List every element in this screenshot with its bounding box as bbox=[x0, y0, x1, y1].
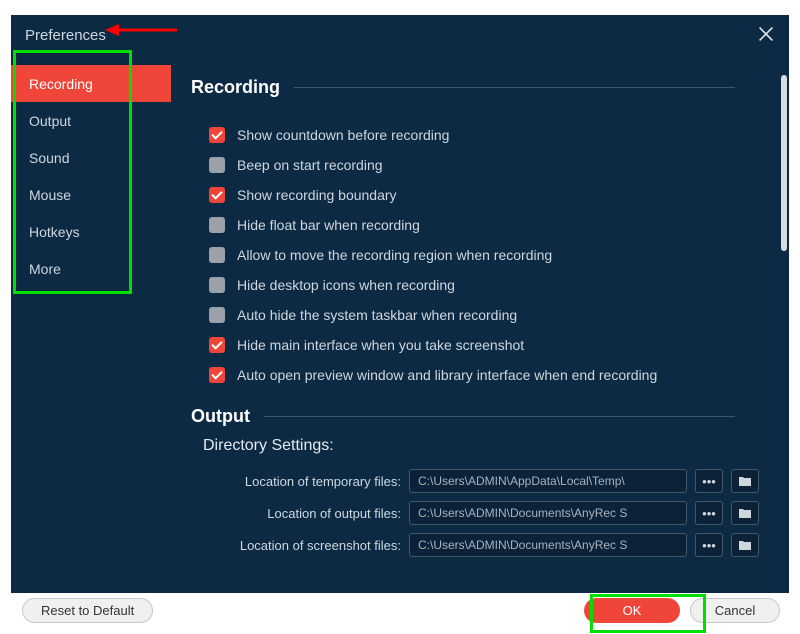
sidebar-item-more[interactable]: More bbox=[11, 250, 171, 287]
ellipsis-icon: ••• bbox=[702, 506, 716, 521]
folder-icon bbox=[738, 507, 752, 519]
dir-value: C:\Users\ADMIN\Documents\AnyRec S bbox=[418, 538, 627, 552]
option-label: Show recording boundary bbox=[237, 187, 397, 203]
scrollbar-thumb[interactable] bbox=[781, 75, 787, 251]
folder-icon bbox=[738, 539, 752, 551]
dir-row-temp: Location of temporary files: C:\Users\AD… bbox=[191, 465, 759, 497]
dir-value: C:\Users\ADMIN\AppData\Local\Temp\ bbox=[418, 474, 625, 488]
open-folder-button[interactable] bbox=[731, 501, 759, 525]
option-show-boundary[interactable]: Show recording boundary bbox=[191, 180, 759, 210]
checkbox-icon[interactable] bbox=[209, 157, 225, 173]
sidebar-item-label: Sound bbox=[29, 150, 69, 166]
sidebar-item-mouse[interactable]: Mouse bbox=[11, 176, 171, 213]
option-allow-move-region[interactable]: Allow to move the recording region when … bbox=[191, 240, 759, 270]
temp-files-path-input[interactable]: C:\Users\ADMIN\AppData\Local\Temp\ bbox=[409, 469, 687, 493]
checkbox-icon[interactable] bbox=[209, 187, 225, 203]
dir-value: C:\Users\ADMIN\Documents\AnyRec S bbox=[418, 506, 627, 520]
option-hide-desktop-icons[interactable]: Hide desktop icons when recording bbox=[191, 270, 759, 300]
option-label: Auto open preview window and library int… bbox=[237, 367, 657, 383]
sidebar: Recording Output Sound Mouse Hotkeys Mor… bbox=[11, 55, 171, 603]
window-body: Recording Output Sound Mouse Hotkeys Mor… bbox=[11, 55, 789, 593]
option-label: Allow to move the recording region when … bbox=[237, 247, 552, 263]
checkbox-icon[interactable] bbox=[209, 307, 225, 323]
section-title: Recording bbox=[191, 77, 280, 98]
checkbox-icon[interactable] bbox=[209, 247, 225, 263]
option-auto-hide-taskbar[interactable]: Auto hide the system taskbar when record… bbox=[191, 300, 759, 330]
section-title: Output bbox=[191, 406, 250, 427]
open-folder-button[interactable] bbox=[731, 469, 759, 493]
sidebar-item-output[interactable]: Output bbox=[11, 102, 171, 139]
screenshot-frame: Preferences Recording Output Sound bbox=[0, 0, 800, 634]
option-hide-main-on-screenshot[interactable]: Hide main interface when you take screen… bbox=[191, 330, 759, 360]
option-label: Hide main interface when you take screen… bbox=[237, 337, 524, 353]
footer: Reset to Default OK Cancel bbox=[10, 598, 790, 628]
checkbox-icon[interactable] bbox=[209, 127, 225, 143]
window-title: Preferences bbox=[25, 27, 106, 44]
close-button[interactable] bbox=[755, 23, 779, 47]
browse-button[interactable]: ••• bbox=[695, 469, 723, 493]
titlebar: Preferences bbox=[11, 15, 789, 55]
dir-row-screenshot: Location of screenshot files: C:\Users\A… bbox=[191, 529, 759, 561]
folder-icon bbox=[738, 475, 752, 487]
dir-label: Location of output files: bbox=[191, 506, 401, 521]
section-header-output: Output bbox=[191, 406, 759, 427]
option-label: Hide float bar when recording bbox=[237, 217, 420, 233]
section-divider bbox=[294, 87, 735, 88]
sidebar-item-label: More bbox=[29, 261, 61, 277]
button-label: OK bbox=[623, 603, 642, 618]
checkbox-icon[interactable] bbox=[209, 367, 225, 383]
ok-button[interactable]: OK bbox=[584, 598, 680, 623]
sidebar-item-label: Recording bbox=[29, 76, 93, 92]
sidebar-item-recording[interactable]: Recording bbox=[11, 65, 171, 102]
dir-row-output: Location of output files: C:\Users\ADMIN… bbox=[191, 497, 759, 529]
reset-button[interactable]: Reset to Default bbox=[22, 598, 153, 623]
checkbox-icon[interactable] bbox=[209, 337, 225, 353]
close-icon bbox=[755, 23, 777, 45]
option-show-countdown[interactable]: Show countdown before recording bbox=[191, 120, 759, 150]
checkbox-icon[interactable] bbox=[209, 217, 225, 233]
option-beep-start[interactable]: Beep on start recording bbox=[191, 150, 759, 180]
scroll-content: Recording Show countdown before recordin… bbox=[191, 55, 781, 593]
preferences-window: Preferences Recording Output Sound bbox=[11, 15, 789, 593]
output-files-path-input[interactable]: C:\Users\ADMIN\Documents\AnyRec S bbox=[409, 501, 687, 525]
option-label: Beep on start recording bbox=[237, 157, 383, 173]
section-divider bbox=[264, 416, 735, 417]
content-area: Recording Show countdown before recordin… bbox=[171, 55, 789, 593]
option-auto-open-preview[interactable]: Auto open preview window and library int… bbox=[191, 360, 759, 390]
cancel-button[interactable]: Cancel bbox=[690, 598, 780, 623]
screenshot-files-path-input[interactable]: C:\Users\ADMIN\Documents\AnyRec S bbox=[409, 533, 687, 557]
browse-button[interactable]: ••• bbox=[695, 533, 723, 557]
sidebar-item-hotkeys[interactable]: Hotkeys bbox=[11, 213, 171, 250]
sidebar-item-label: Hotkeys bbox=[29, 224, 80, 240]
option-label: Auto hide the system taskbar when record… bbox=[237, 307, 517, 323]
ellipsis-icon: ••• bbox=[702, 474, 716, 489]
option-label: Hide desktop icons when recording bbox=[237, 277, 455, 293]
option-label: Show countdown before recording bbox=[237, 127, 449, 143]
ellipsis-icon: ••• bbox=[702, 538, 716, 553]
browse-button[interactable]: ••• bbox=[695, 501, 723, 525]
checkbox-icon[interactable] bbox=[209, 277, 225, 293]
option-hide-float-bar[interactable]: Hide float bar when recording bbox=[191, 210, 759, 240]
sidebar-item-sound[interactable]: Sound bbox=[11, 139, 171, 176]
button-label: Reset to Default bbox=[41, 603, 134, 618]
dir-label: Location of screenshot files: bbox=[191, 538, 401, 553]
open-folder-button[interactable] bbox=[731, 533, 759, 557]
section-header-recording: Recording bbox=[191, 77, 759, 98]
directory-settings-heading: Directory Settings: bbox=[191, 437, 759, 455]
sidebar-item-label: Output bbox=[29, 113, 71, 129]
dir-label: Location of temporary files: bbox=[191, 474, 401, 489]
sidebar-item-label: Mouse bbox=[29, 187, 71, 203]
button-label: Cancel bbox=[715, 603, 755, 618]
